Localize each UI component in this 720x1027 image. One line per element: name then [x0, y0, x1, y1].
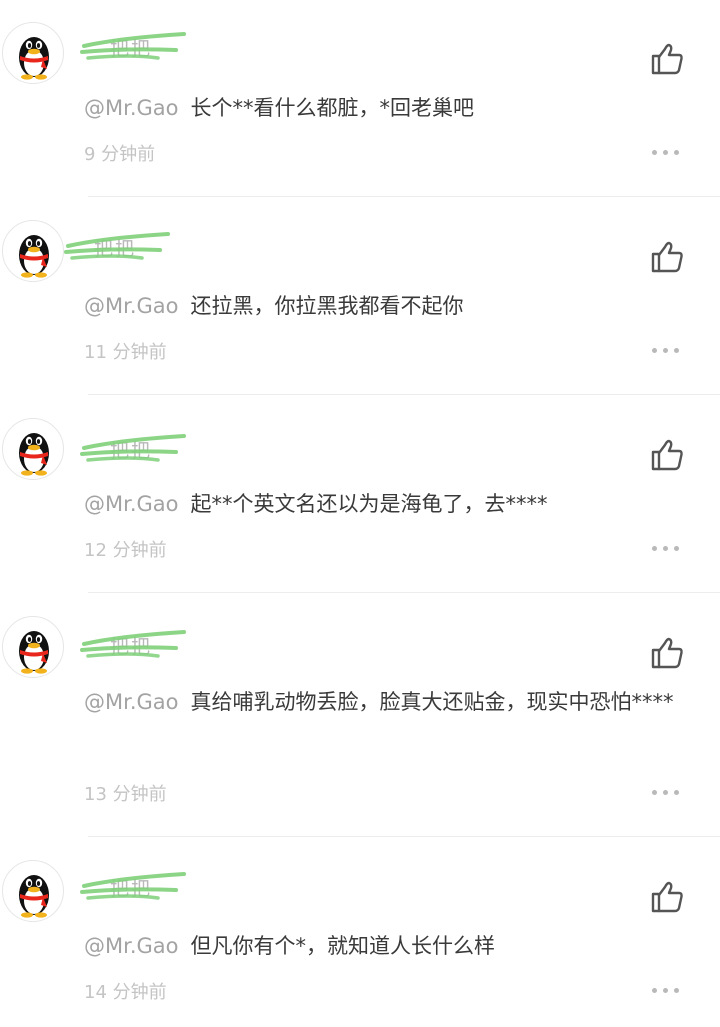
comment-body: 但凡你有个*，就知道人长什么样	[190, 934, 496, 958]
comment-body: 真给哺乳动物丢脸，脸真大还贴金，现实中恐怕****	[190, 690, 674, 714]
timestamp: 14 分钟前	[84, 982, 167, 1003]
more-dots-icon[interactable]	[652, 148, 680, 156]
avatar[interactable]	[2, 220, 64, 282]
redaction-scribble	[80, 872, 186, 900]
more-dots-icon[interactable]	[652, 544, 680, 552]
qq-penguin-icon	[19, 37, 49, 80]
qq-penguin-icon	[19, 433, 49, 476]
divider	[88, 592, 720, 593]
comment-text: @Mr.Gao 起**个英文名还以为是海龟了，去****	[84, 482, 694, 526]
mention-link[interactable]: @Mr.Gao	[84, 690, 179, 714]
comment-body: 起**个英文名还以为是海龟了，去****	[190, 492, 548, 516]
thumbs-up-icon[interactable]	[648, 436, 686, 474]
thumbs-up-icon[interactable]	[648, 634, 686, 672]
redaction-scribble	[64, 232, 170, 260]
comment-body: 长个**看什么都脏，*回老巢吧	[190, 96, 475, 120]
avatar[interactable]	[2, 418, 64, 480]
comment-body: 还拉黑，你拉黑我都看不起你	[190, 294, 464, 318]
qq-penguin-icon	[19, 235, 49, 278]
comment-text: @Mr.Gao 还拉黑，你拉黑我都看不起你	[84, 284, 694, 328]
avatar[interactable]	[2, 860, 64, 922]
username-redacted[interactable]: 把把	[80, 868, 190, 908]
thumbs-up-icon[interactable]	[648, 238, 686, 276]
thumbs-up-icon[interactable]	[648, 40, 686, 78]
timestamp: 9 分钟前	[84, 144, 156, 165]
comment-text: @Mr.Gao 但凡你有个*，就知道人长什么样	[84, 924, 694, 968]
redaction-scribble	[80, 32, 186, 60]
avatar[interactable]	[2, 22, 64, 84]
thumbs-up-icon[interactable]	[648, 878, 686, 916]
qq-penguin-icon	[19, 631, 49, 674]
more-dots-icon[interactable]	[652, 788, 680, 796]
more-dots-icon[interactable]	[652, 346, 680, 354]
username-redacted[interactable]: 把把	[64, 228, 174, 268]
mention-link[interactable]: @Mr.Gao	[84, 294, 179, 318]
redaction-scribble	[80, 434, 186, 462]
username-redacted[interactable]: 把把	[80, 28, 190, 68]
mention-link[interactable]: @Mr.Gao	[84, 492, 179, 516]
divider	[88, 196, 720, 197]
mention-link[interactable]: @Mr.Gao	[84, 96, 179, 120]
username-redacted[interactable]: 把把	[80, 430, 190, 470]
more-dots-icon[interactable]	[652, 986, 680, 994]
divider	[88, 836, 720, 837]
qq-penguin-icon	[19, 875, 49, 918]
redaction-scribble	[80, 630, 186, 658]
comment-text: @Mr.Gao 长个**看什么都脏，*回老巢吧	[84, 86, 694, 130]
mention-link[interactable]: @Mr.Gao	[84, 934, 179, 958]
username-redacted[interactable]: 把把	[80, 626, 190, 666]
divider	[88, 394, 720, 395]
timestamp: 13 分钟前	[84, 784, 167, 805]
comment-text: @Mr.Gao 真给哺乳动物丢脸，脸真大还贴金，现实中恐怕****	[84, 680, 694, 724]
timestamp: 12 分钟前	[84, 540, 167, 561]
avatar[interactable]	[2, 616, 64, 678]
timestamp: 11 分钟前	[84, 342, 167, 363]
